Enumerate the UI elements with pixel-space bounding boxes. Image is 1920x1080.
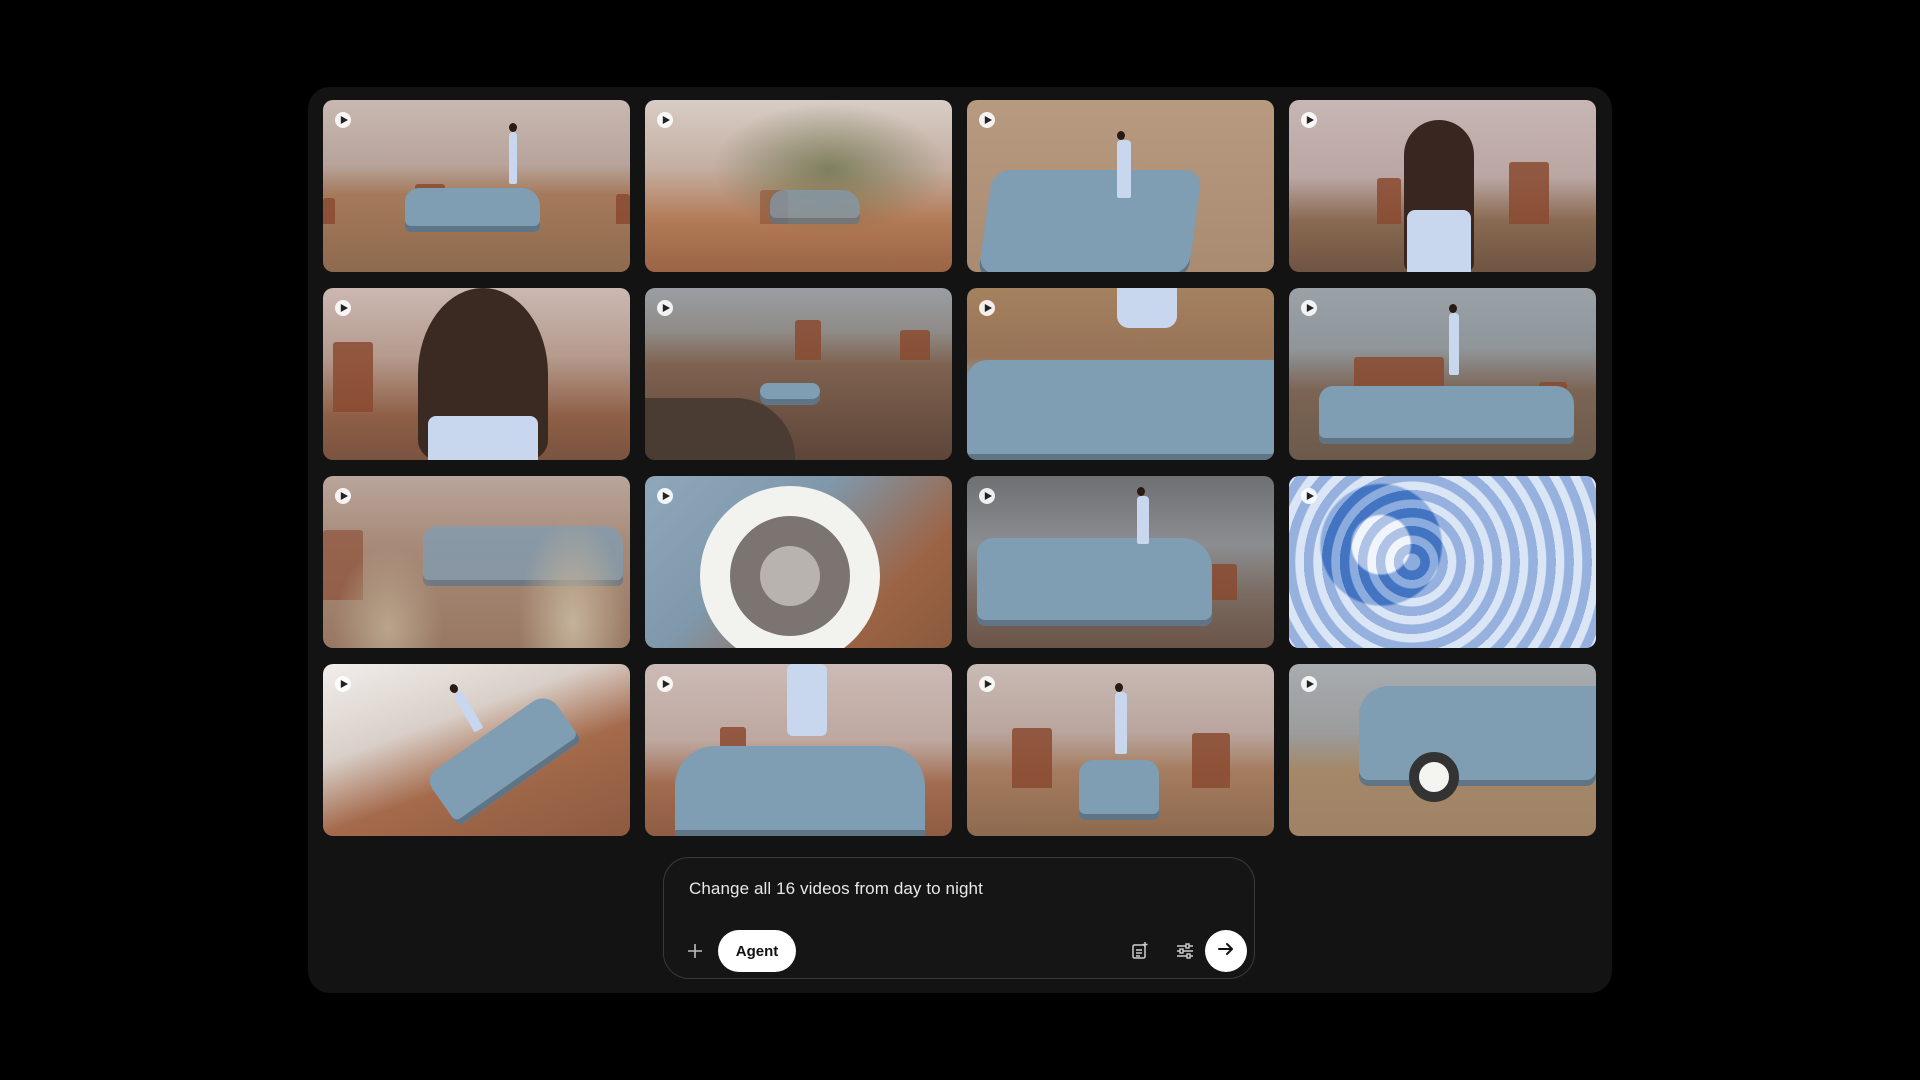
play-icon[interactable]: [657, 488, 673, 504]
video-thumbnail-1[interactable]: [323, 100, 630, 272]
play-icon[interactable]: [1301, 676, 1317, 692]
video-thumbnail-7[interactable]: [967, 288, 1274, 460]
app-panel: Change all 16 videos from day to night A…: [308, 87, 1612, 993]
play-icon[interactable]: [335, 112, 351, 128]
play-icon[interactable]: [657, 112, 673, 128]
document-add-icon[interactable]: [1127, 938, 1153, 964]
video-thumbnail-6[interactable]: [645, 288, 952, 460]
video-thumbnail-4[interactable]: [1289, 100, 1596, 272]
play-icon[interactable]: [979, 300, 995, 316]
video-thumbnail-8[interactable]: [1289, 288, 1596, 460]
arrow-right-icon: [1216, 939, 1236, 964]
video-thumbnail-11[interactable]: [967, 476, 1274, 648]
video-thumbnail-14[interactable]: [645, 664, 952, 836]
prompt-input[interactable]: Change all 16 videos from day to night: [689, 879, 983, 899]
play-icon[interactable]: [657, 300, 673, 316]
play-icon[interactable]: [1301, 112, 1317, 128]
play-icon[interactable]: [1301, 488, 1317, 504]
video-thumbnail-13[interactable]: [323, 664, 630, 836]
play-icon[interactable]: [335, 676, 351, 692]
play-icon[interactable]: [657, 676, 673, 692]
video-thumbnail-3[interactable]: [967, 100, 1274, 272]
video-thumbnail-2[interactable]: [645, 100, 952, 272]
video-thumbnail-15[interactable]: [967, 664, 1274, 836]
plus-icon[interactable]: [682, 938, 708, 964]
send-button[interactable]: [1205, 930, 1247, 972]
play-icon[interactable]: [979, 112, 995, 128]
sliders-icon[interactable]: [1172, 938, 1198, 964]
video-thumbnail-10[interactable]: [645, 476, 952, 648]
video-thumbnail-9[interactable]: [323, 476, 630, 648]
play-icon[interactable]: [1301, 300, 1317, 316]
play-icon[interactable]: [979, 676, 995, 692]
play-icon[interactable]: [979, 488, 995, 504]
video-thumbnail-5[interactable]: [323, 288, 630, 460]
play-icon[interactable]: [335, 488, 351, 504]
play-icon[interactable]: [335, 300, 351, 316]
agent-mode-button[interactable]: Agent: [718, 930, 796, 972]
video-grid: [323, 100, 1596, 836]
prompt-box[interactable]: Change all 16 videos from day to night A…: [663, 857, 1255, 979]
video-thumbnail-16[interactable]: [1289, 664, 1596, 836]
video-thumbnail-12[interactable]: [1289, 476, 1596, 648]
